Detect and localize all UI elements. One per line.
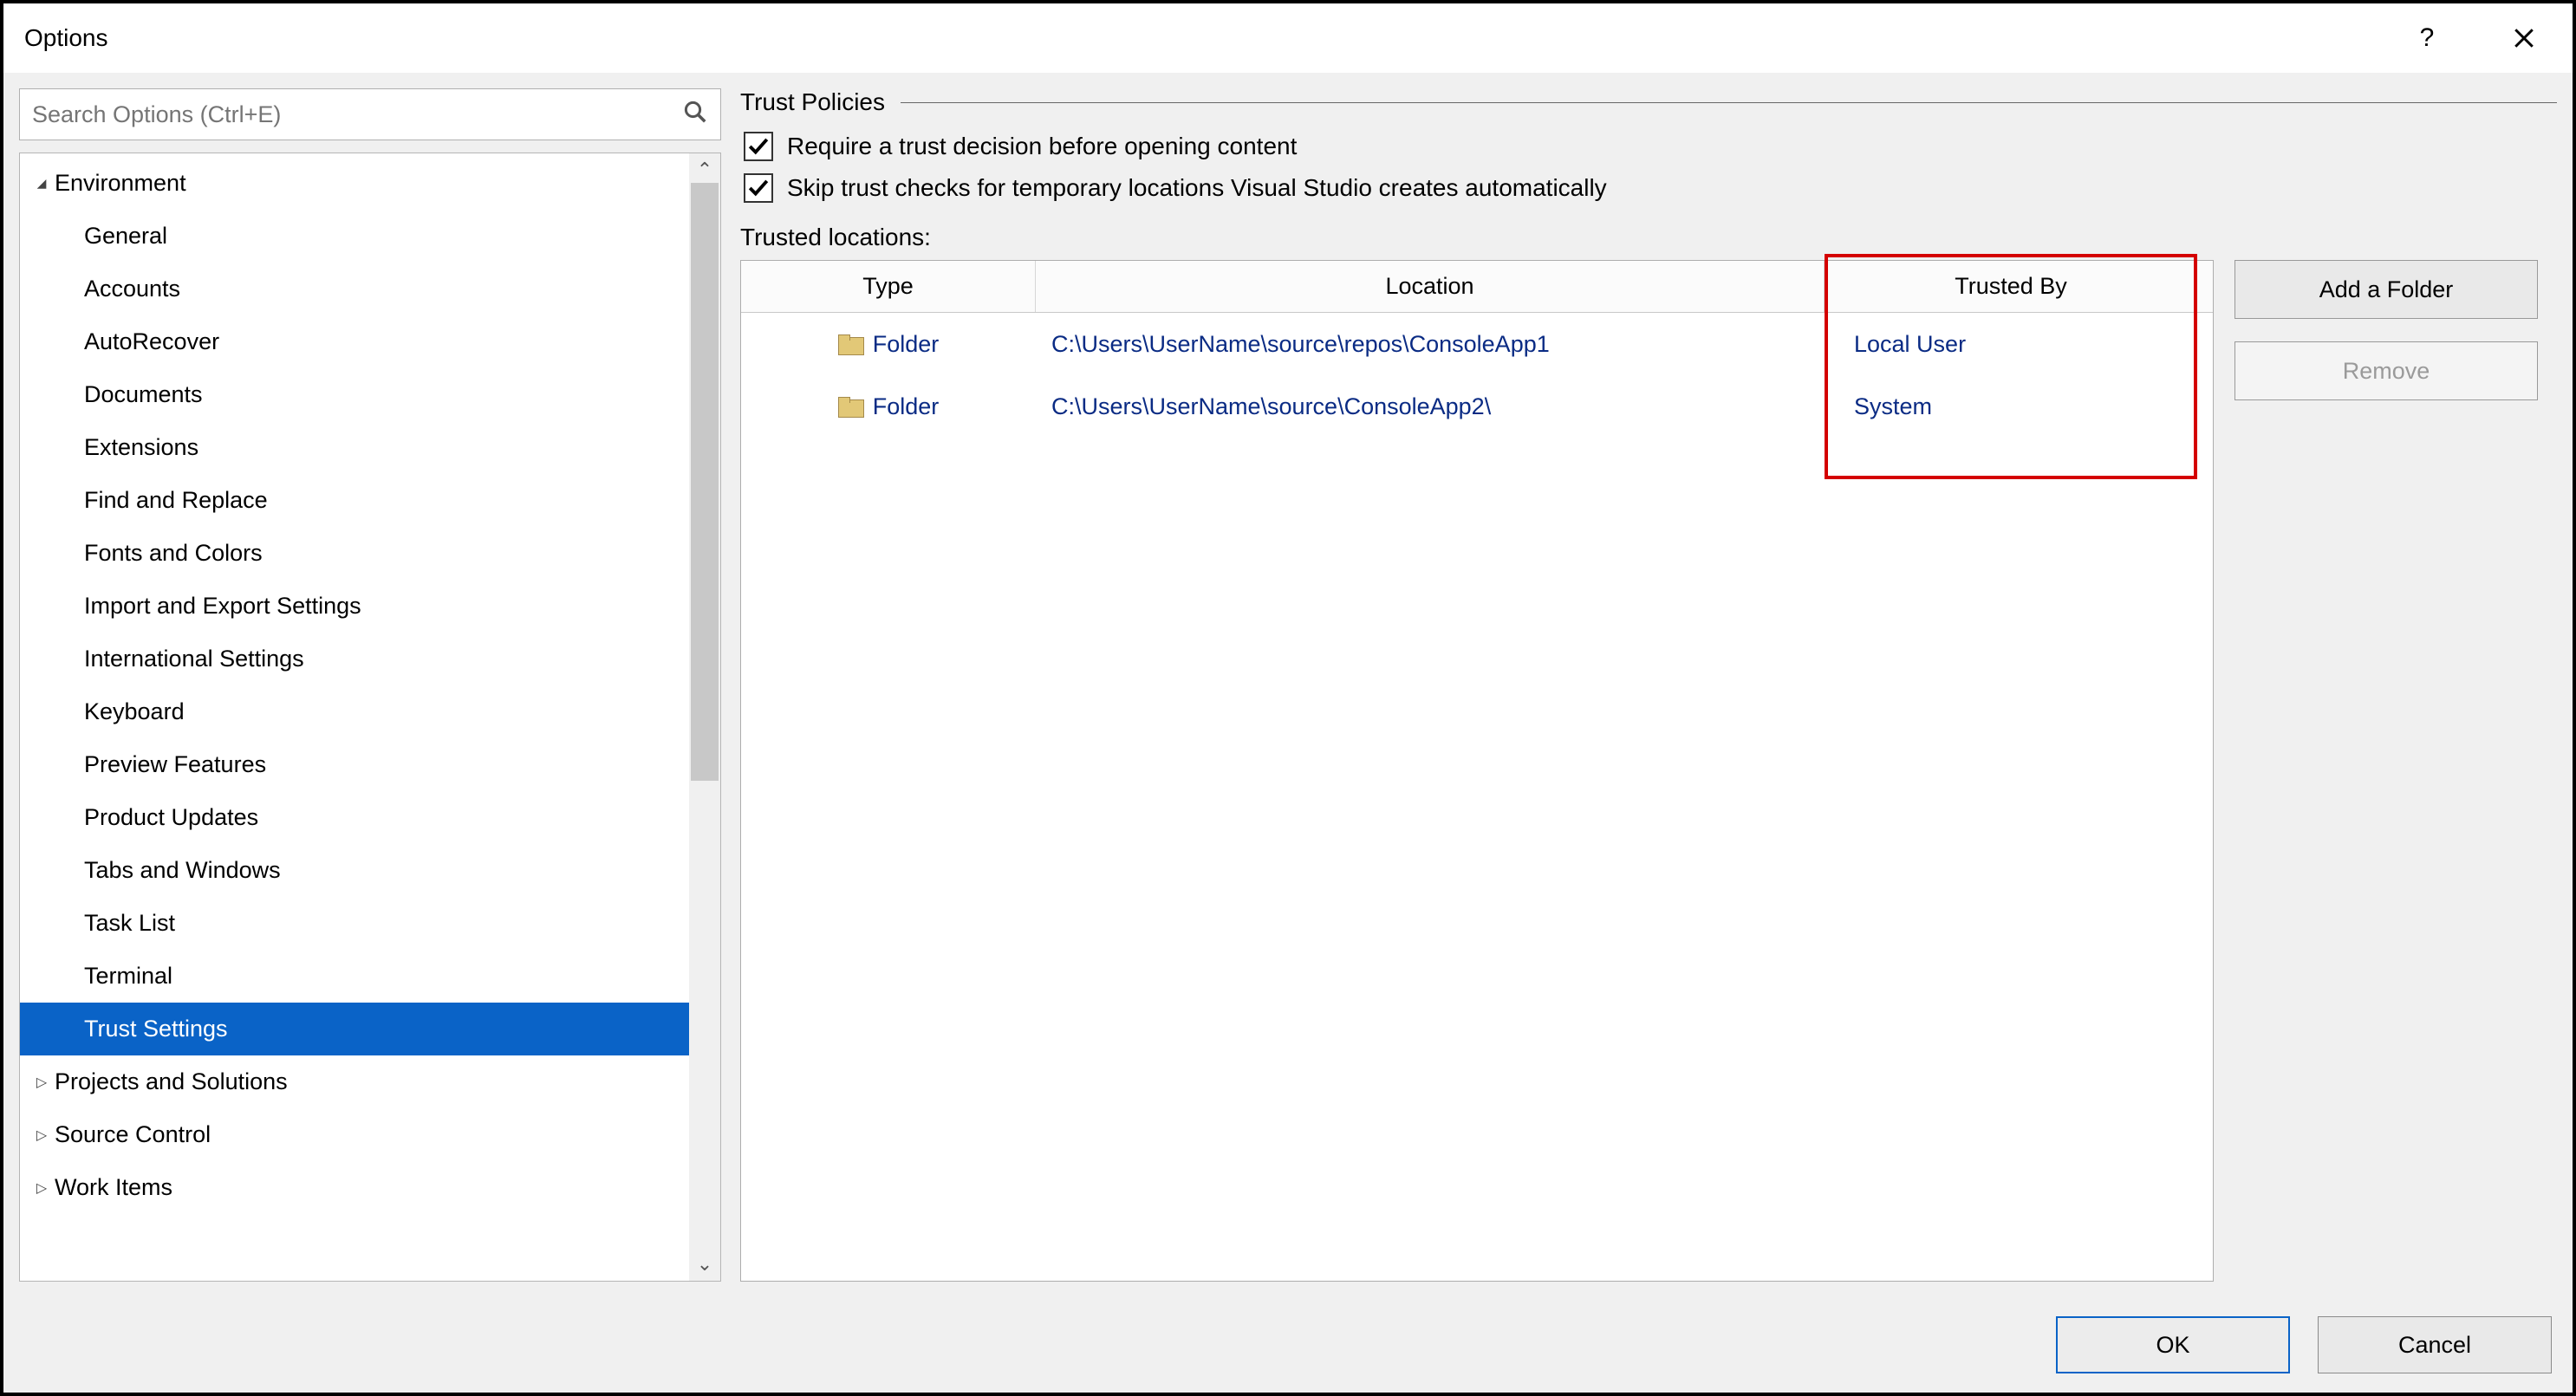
tree-item-label: Keyboard [84,698,185,725]
expander-icon[interactable]: ◢ [32,176,51,191]
tree-item-accounts[interactable]: Accounts [20,263,689,315]
titlebar: Options ? [3,3,2573,73]
tree-item-label: Work Items [55,1174,172,1201]
tree-item-label: Terminal [84,963,172,990]
scroll-down-icon[interactable]: ⌄ [697,1251,712,1277]
tree-item-trust-settings[interactable]: Trust Settings [20,1003,689,1055]
expander-icon[interactable]: ▷ [32,1127,51,1144]
tree-item-label: Trust Settings [84,1016,228,1042]
cell-trusted-by: Local User [1825,331,2197,358]
tree-item-source-control[interactable]: ▷Source Control [20,1108,689,1161]
tree-item-autorecover[interactable]: AutoRecover [20,315,689,368]
scroll-thumb[interactable] [691,183,719,781]
cancel-button[interactable]: Cancel [2318,1316,2552,1373]
tree-item-label: Projects and Solutions [55,1068,288,1095]
skip-trust-label: Skip trust checks for temporary location… [787,174,1607,202]
tree-item-label: Product Updates [84,804,258,831]
column-location[interactable]: Location [1036,261,1825,312]
folder-icon [838,397,862,416]
tree-item-tabs-and-windows[interactable]: Tabs and Windows [20,844,689,897]
check-icon [747,177,770,199]
tree-item-preview-features[interactable]: Preview Features [20,738,689,791]
group-divider [901,102,2557,103]
tree-item-label: Documents [84,381,203,408]
tree-item-documents[interactable]: Documents [20,368,689,421]
tree-item-find-and-replace[interactable]: Find and Replace [20,474,689,527]
tree-item-label: Task List [84,910,175,937]
tree-item-work-items[interactable]: ▷Work Items [20,1161,689,1214]
expander-icon[interactable]: ▷ [32,1074,51,1091]
check-icon [747,135,770,158]
cell-location: C:\Users\UserName\source\ConsoleApp2\ [1036,393,1825,420]
expander-icon[interactable]: ▷ [32,1179,51,1197]
tree-item-projects-and-solutions[interactable]: ▷Projects and Solutions [20,1055,689,1108]
tree-item-task-list[interactable]: Task List [20,897,689,950]
tree-item-import-and-export-settings[interactable]: Import and Export Settings [20,580,689,633]
tree-item-label: AutoRecover [84,328,219,355]
cell-trusted-by: System [1825,393,2197,420]
tree-item-fonts-and-colors[interactable]: Fonts and Colors [20,527,689,580]
cell-location: C:\Users\UserName\source\repos\ConsoleAp… [1036,331,1825,358]
tree-scrollbar[interactable]: ⌃ ⌄ [689,153,720,1281]
tree-item-keyboard[interactable]: Keyboard [20,685,689,738]
tree-item-label: Source Control [55,1121,211,1148]
tree-item-extensions[interactable]: Extensions [20,421,689,474]
tree-item-label: General [84,223,167,250]
skip-trust-checkbox[interactable] [744,173,773,203]
cell-type: Folder [873,331,940,358]
trusted-locations-label: Trusted locations: [740,224,2557,251]
cell-type: Folder [873,393,940,420]
tree-item-environment[interactable]: ◢ Environment [20,157,689,210]
options-tree: ◢ Environment General Accounts AutoRecover Do… [19,153,721,1282]
ok-button[interactable]: OK [2056,1316,2290,1373]
tree-item-label: International Settings [84,646,304,672]
group-title: Trust Policies [740,88,885,116]
folder-icon [838,334,862,354]
tree-item-label: Environment [55,170,186,197]
require-trust-label: Require a trust decision before opening … [787,133,1297,160]
tree-item-label: Accounts [84,276,180,302]
table-row[interactable]: Folder C:\Users\UserName\source\repos\Con… [741,313,2213,375]
tree-item-product-updates[interactable]: Product Updates [20,791,689,844]
column-type[interactable]: Type [741,261,1036,312]
help-button[interactable]: ? [2396,12,2458,64]
remove-button: Remove [2234,341,2538,400]
add-folder-button[interactable]: Add a Folder [2234,260,2538,319]
table-row[interactable]: Folder C:\Users\UserName\source\ConsoleAp… [741,375,2213,438]
tree-item-label: Tabs and Windows [84,857,281,884]
tree-item-international-settings[interactable]: International Settings [20,633,689,685]
tree-item-general[interactable]: General [20,210,689,263]
window-title: Options [24,24,108,52]
search-options-box[interactable] [19,88,721,140]
trusted-locations-grid: Type Location Trusted By Folder C:\Users\… [740,260,2214,1282]
search-icon [682,99,708,131]
tree-item-label: Find and Replace [84,487,268,514]
tree-item-label: Import and Export Settings [84,593,361,620]
tree-item-label: Extensions [84,434,198,461]
close-button[interactable] [2493,12,2555,64]
search-input[interactable] [32,101,682,128]
tree-item-label: Preview Features [84,751,266,778]
tree-item-label: Fonts and Colors [84,540,263,567]
column-trusted-by[interactable]: Trusted By [1825,261,2197,312]
scroll-up-icon[interactable]: ⌃ [697,157,712,183]
require-trust-checkbox[interactable] [744,132,773,161]
tree-item-terminal[interactable]: Terminal [20,950,689,1003]
close-icon [2513,27,2535,49]
